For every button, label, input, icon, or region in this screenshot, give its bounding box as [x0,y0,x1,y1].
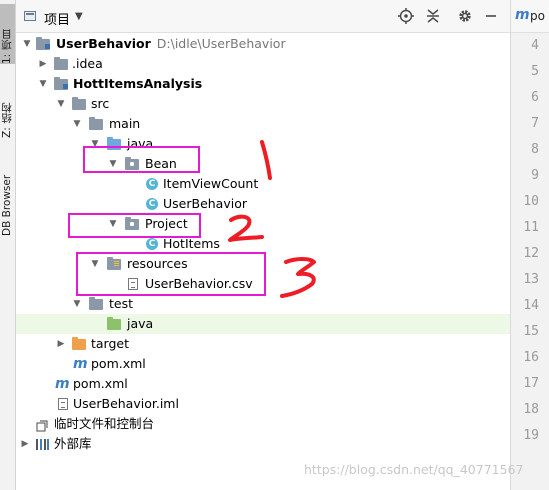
tree-item-label: UserBehavior.iml [73,396,179,411]
tree-item-target[interactable]: ▶ target [16,334,510,354]
editor-tab-pom[interactable]: m po [511,0,549,33]
tab-db-browser-label: DB Browser [1,174,13,236]
tree-item-label: target [91,336,130,351]
tree-item-label: test [109,296,134,311]
annotation-box-resources [76,252,266,296]
tree-item-scratches[interactable]: 临时文件和控制台 [16,414,510,434]
chevron-down-icon[interactable]: ▼ [22,34,32,54]
tree-item-label: pom.xml [91,356,146,371]
chevron-down-icon[interactable]: ▼ [72,294,82,314]
line-number: 8 [531,142,539,157]
editor-tab-title: po [530,9,545,23]
project-path: D:\idle\UserBehavior [156,36,286,51]
tree-item-pom-root[interactable]: m pom.xml [16,374,510,394]
test-source-folder-icon [107,317,121,330]
annotation-number-1 [260,140,272,180]
line-number: 19 [523,428,539,443]
project-icon [24,11,36,21]
line-number: 11 [523,220,539,235]
tool-window-strip: 1: 项目 Z: 结构 DB Browser [0,0,16,490]
folder-icon [54,57,68,70]
tree-item-label: ItemViewCount [163,176,259,191]
module-folder-icon [36,37,50,50]
line-number: 16 [523,350,539,365]
locate-icon[interactable] [398,8,414,24]
tab-project-label: 1: 项目 [1,29,13,64]
chevron-right-icon[interactable]: ▶ [56,334,66,354]
gear-icon[interactable] [457,8,473,24]
line-number: 14 [523,298,539,313]
tree-item-pom-module[interactable]: m pom.xml [16,354,510,374]
maven-icon: m [73,356,88,372]
chevron-right-icon[interactable]: ▶ [38,54,48,74]
watermark: https://blog.csdn.net/qq_40771567 [304,462,524,477]
maven-icon: m [515,7,530,23]
tree-item-main[interactable]: ▼ main [16,114,510,134]
panel-title[interactable]: 项目 [44,9,70,28]
tree-item-label: .idea [72,56,103,71]
tree-item-label: HottItemsAnalysis [73,76,203,91]
line-number: 9 [531,168,539,183]
line-number: 15 [523,324,539,339]
tab-project[interactable]: 1: 项目 [0,4,15,64]
chevron-down-icon[interactable]: ▼ [75,11,83,22]
folder-icon [72,97,86,110]
tree-item-src[interactable]: ▼ src [16,94,510,114]
folder-icon [89,297,103,310]
class-icon: C [146,238,158,250]
tree-item-java-test[interactable]: java [16,314,510,334]
annotation-box-project [68,213,201,238]
annotation-box-bean [83,146,200,173]
excluded-folder-icon [72,337,86,350]
tree-item-label: 临时文件和控制台 [54,416,155,431]
tree-item-label: UserBehavior D:\idle\UserBehavior [56,36,286,51]
class-icon: C [146,178,158,190]
chevron-right-icon[interactable]: ▶ [20,434,30,454]
tree-item-label: UserBehavior [163,196,247,211]
minimize-icon[interactable] [483,8,499,24]
chevron-down-icon[interactable]: ▼ [38,74,48,94]
tree-item-label: main [109,116,141,131]
line-number: 18 [523,402,539,417]
line-number: 4 [531,38,539,53]
line-number: 12 [523,246,539,261]
project-panel-header: 项目 ▼ [16,0,510,33]
collapse-all-icon[interactable] [425,8,441,24]
module-folder-icon [54,77,68,90]
tree-item-userbehavior-root[interactable]: ▼ UserBehavior D:\idle\UserBehavior [16,34,510,54]
line-number: 17 [523,376,539,391]
line-number: 5 [531,64,539,79]
maven-icon: m [55,376,70,392]
annotation-number-3 [280,257,316,298]
tree-item-userbehavior-class[interactable]: C UserBehavior [16,194,510,214]
tab-structure[interactable]: Z: 结构 [0,78,15,138]
line-number: 7 [531,116,539,131]
tree-item-idea[interactable]: ▶ .idea [16,54,510,74]
tree-item-label: pom.xml [73,376,128,391]
scratches-icon [36,418,48,432]
tree-item-label: java [127,316,154,331]
tree-item-iml[interactable]: UserBehavior.iml [16,394,510,414]
line-number: 13 [523,272,539,287]
iml-file-icon [58,398,68,410]
project-panel: 项目 ▼ ▼ UserBehavior D:\idle\UserBehavior … [16,0,510,490]
line-number: 10 [523,194,539,209]
tree-item-hottitemsanalysis[interactable]: ▼ HottItemsAnalysis [16,74,510,94]
class-icon: C [146,198,158,210]
tree-item-label: 外部库 [54,436,92,451]
tree-item-external-libraries[interactable]: ▶ 外部库 [16,434,510,454]
chevron-down-icon[interactable]: ▼ [56,94,66,114]
chevron-down-icon[interactable]: ▼ [72,114,82,134]
annotation-number-2 [228,214,264,242]
library-icon [36,439,49,450]
tree-item-label: src [91,96,110,111]
line-number: 6 [531,90,539,105]
tab-db-browser[interactable]: DB Browser [0,152,15,236]
tab-structure-label: Z: 结构 [1,102,13,138]
editor-area: m po 4 5 6 7 8 9 10 11 12 13 14 15 16 17 18 19 [510,0,549,490]
folder-icon [89,117,103,130]
tree-item-test[interactable]: ▼ test [16,294,510,314]
